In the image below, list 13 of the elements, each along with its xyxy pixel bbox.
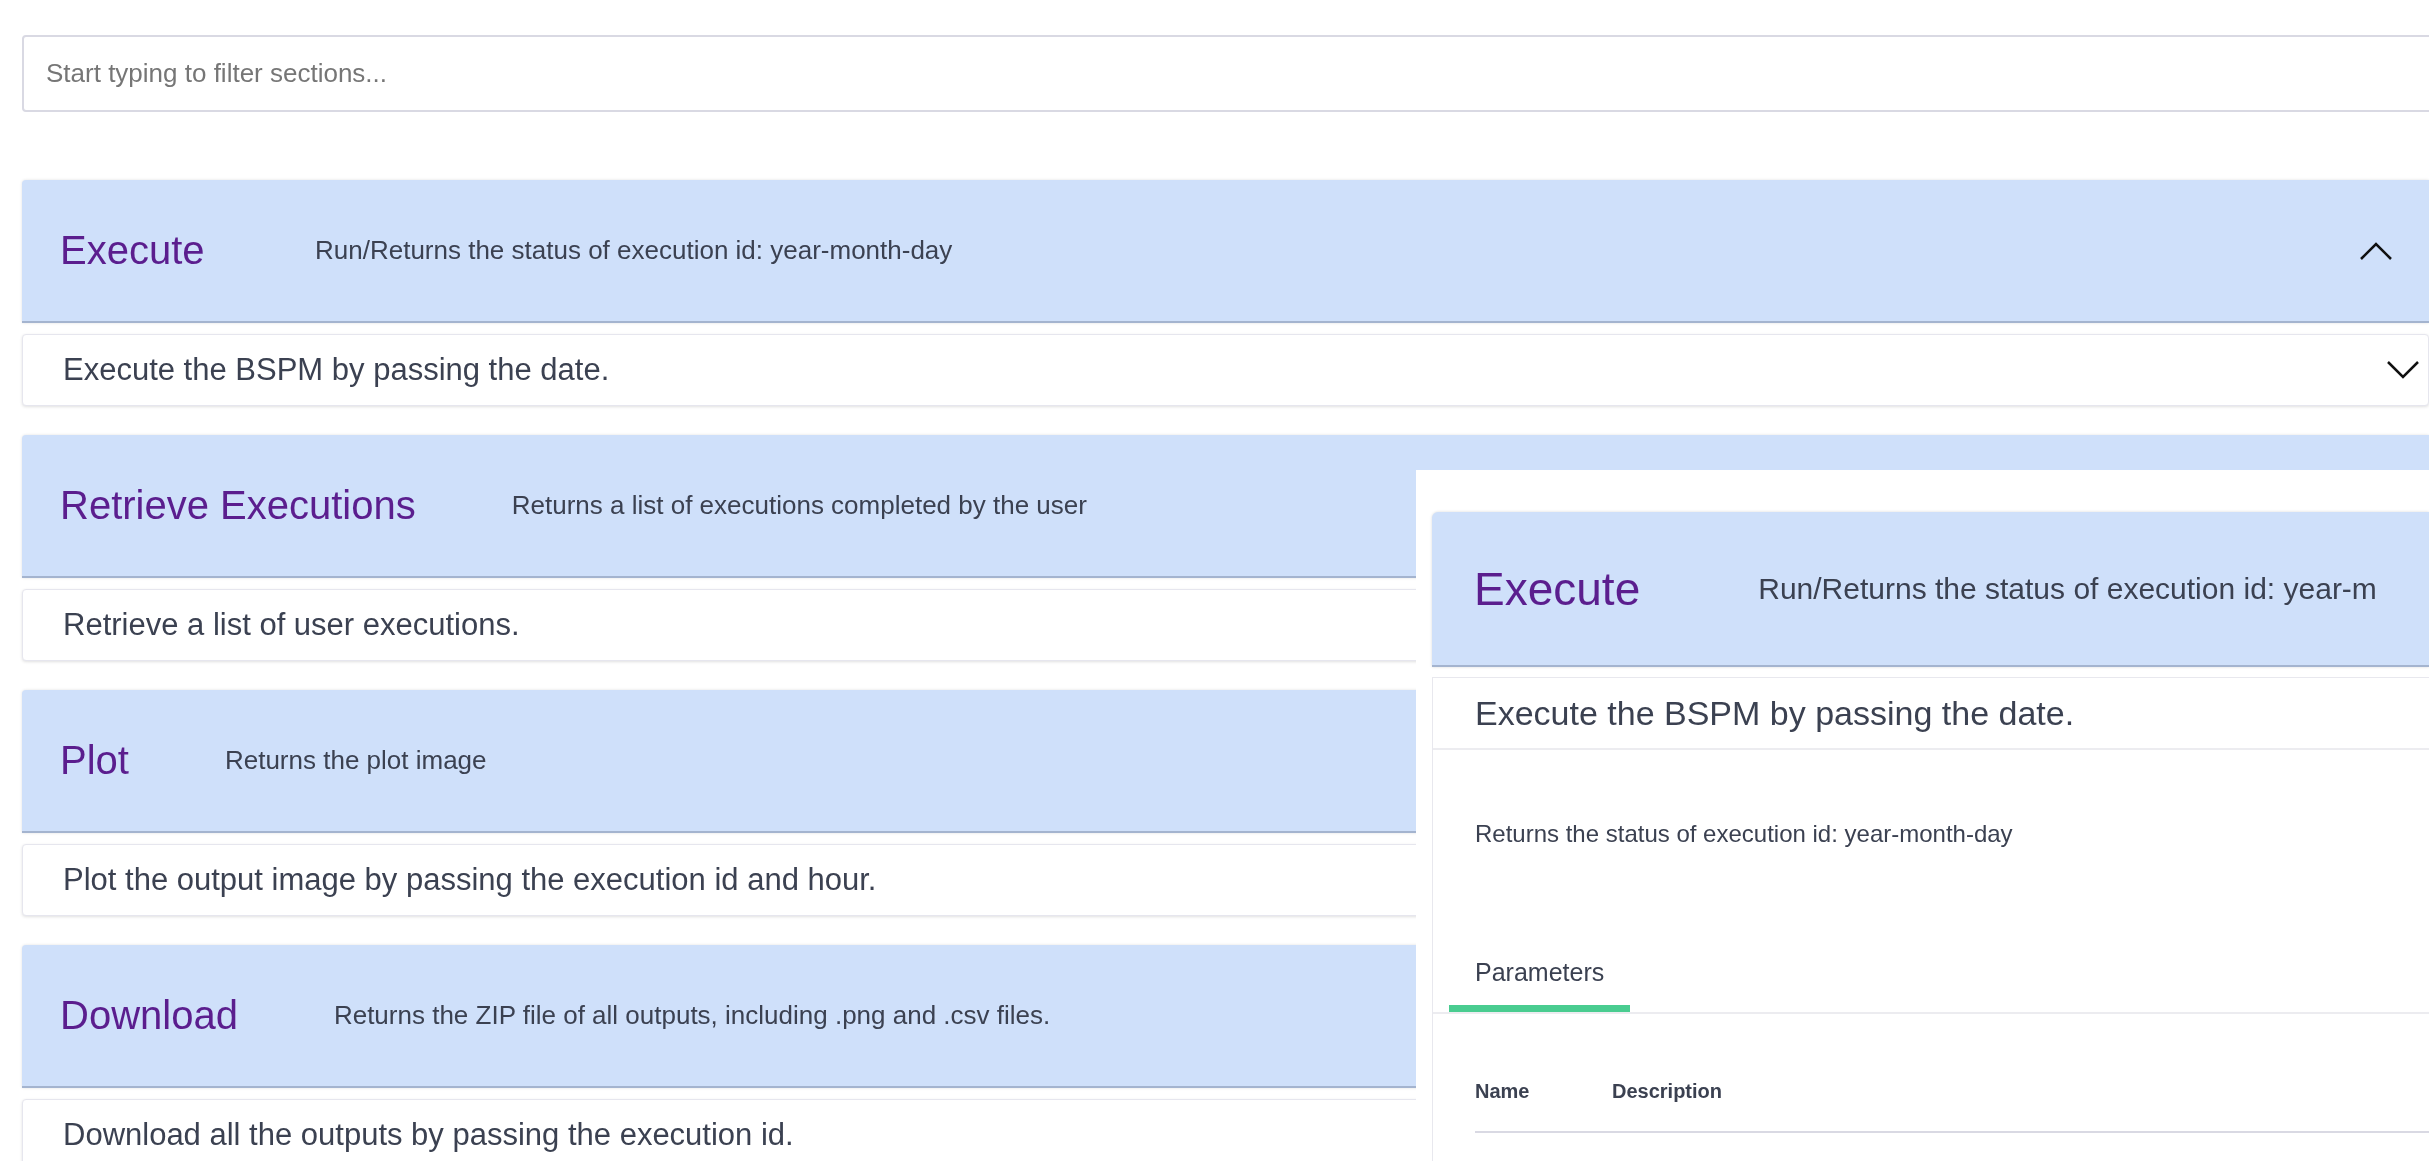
- section-description: Execute the BSPM by passing the date.: [1475, 693, 2075, 733]
- section-description: Execute the BSPM by passing the date.: [63, 352, 610, 388]
- section-title: Execute: [60, 228, 206, 273]
- section-summary: Run/Returns the status of execution id: year-month-day: [315, 235, 953, 266]
- section-title: Retrieve Executions: [60, 483, 416, 528]
- section-title: Download: [60, 993, 238, 1038]
- section-description: Retrieve a list of user executions.: [63, 607, 520, 643]
- section-summary: Returns a list of executions completed by the user: [511, 490, 1087, 521]
- section-summary: Returns the plot image: [224, 745, 487, 776]
- section-summary: Returns the ZIP file of all outputs, including .png and .csv files.: [333, 1000, 1051, 1031]
- section-description: Plot the output image by passing the execution id and hour.: [63, 862, 877, 898]
- section-title: Plot: [60, 738, 129, 783]
- section-description: Download all the outputs by passing the execution id.: [63, 1117, 794, 1153]
